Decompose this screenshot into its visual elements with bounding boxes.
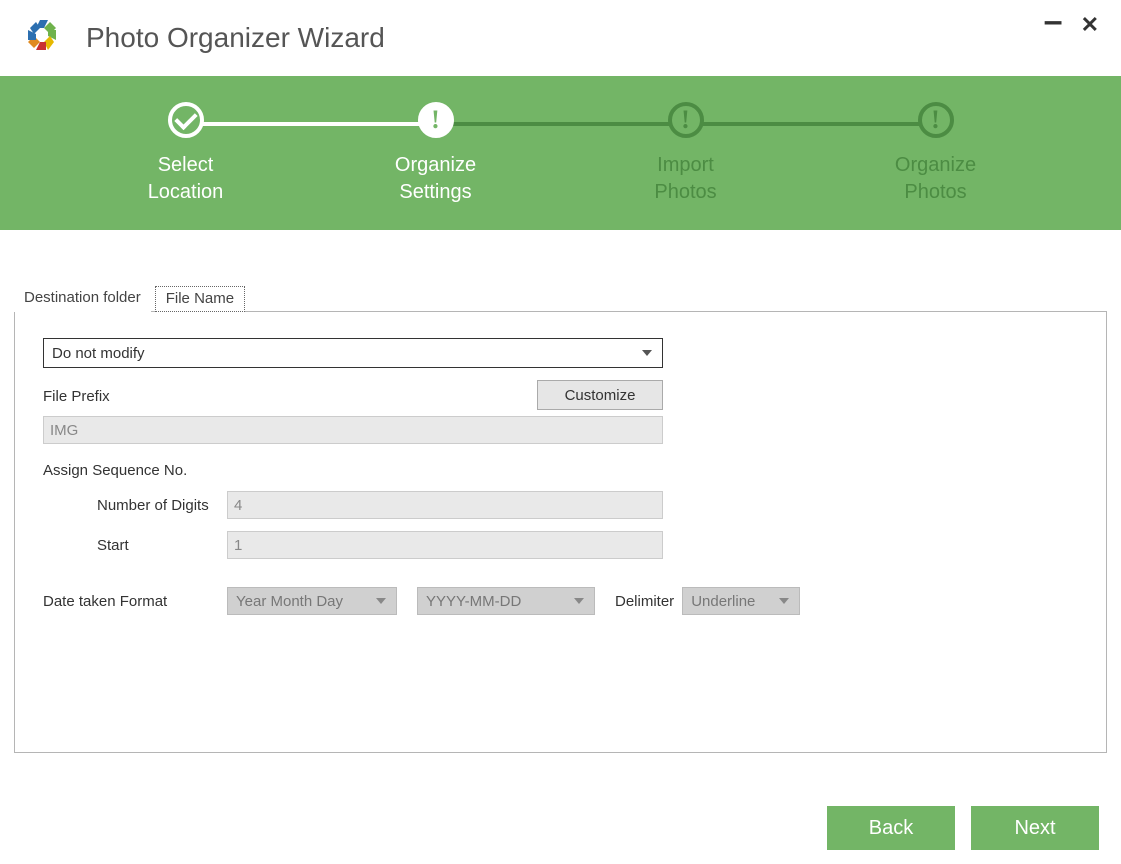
window-title: Photo Organizer Wizard — [86, 22, 385, 54]
step-organize-settings: ! Organize Settings — [311, 102, 561, 206]
delimiter-value: Underline — [691, 593, 755, 610]
step-label: Organize Photos — [895, 152, 976, 206]
assign-sequence-label: Assign Sequence No. — [43, 462, 1078, 479]
steps-wrap: Select Location ! Organize Settings ! Im… — [61, 102, 1061, 206]
minimize-icon[interactable]: – — [1044, 4, 1063, 38]
date-pattern-value: YYYY-MM-DD — [426, 593, 521, 610]
start-input: 1 — [227, 531, 663, 559]
file-prefix-input: IMG — [43, 416, 663, 444]
wizard-stepper: Select Location ! Organize Settings ! Im… — [0, 76, 1121, 230]
delimiter-group: Delimiter Underline — [615, 587, 800, 615]
step-label: Organize Settings — [395, 152, 476, 206]
step-label: Select Location — [148, 152, 224, 206]
content-area: Destination folder File Name Do not modi… — [0, 230, 1121, 753]
sequence-section: Assign Sequence No. Number of Digits 4 S… — [43, 462, 1078, 559]
filename-mode-dropdown[interactable]: Do not modify — [43, 338, 663, 368]
app-logo-icon — [22, 18, 62, 58]
window-controls: – ✕ — [1044, 14, 1099, 48]
customize-row: File Prefix Customize — [43, 380, 1078, 410]
start-row: Start 1 — [43, 531, 1078, 559]
date-order-value: Year Month Day — [236, 593, 343, 610]
file-prefix-label: File Prefix — [43, 388, 110, 405]
step-organize-photos: ! Organize Photos — [811, 102, 1061, 206]
close-icon[interactable]: ✕ — [1081, 14, 1099, 48]
num-digits-row: Number of Digits 4 — [43, 491, 1078, 519]
step-connector-3 — [691, 122, 931, 126]
file-prefix-value: IMG — [50, 422, 78, 439]
tab-destination-folder[interactable]: Destination folder — [14, 286, 151, 312]
num-digits-value: 4 — [234, 497, 242, 514]
back-button[interactable]: Back — [827, 806, 955, 850]
next-button[interactable]: Next — [971, 806, 1099, 850]
tab-file-name[interactable]: File Name — [155, 286, 245, 312]
tabs: Destination folder File Name — [14, 286, 1107, 312]
chevron-down-icon — [574, 598, 584, 604]
step-connector-2 — [441, 122, 681, 126]
date-pattern-dropdown[interactable]: YYYY-MM-DD — [417, 587, 595, 615]
wizard-footer: Back Next — [827, 806, 1099, 850]
start-label: Start — [43, 537, 227, 554]
delimiter-label: Delimiter — [615, 593, 674, 610]
file-name-panel: Do not modify File Prefix Customize IMG … — [14, 311, 1107, 753]
titlebar: Photo Organizer Wizard – ✕ — [0, 0, 1121, 76]
step-select-location: Select Location — [61, 102, 311, 206]
chevron-down-icon — [376, 598, 386, 604]
step-done-icon — [168, 102, 204, 138]
step-future-icon: ! — [918, 102, 954, 138]
date-format-row: Date taken Format Year Month Day YYYY-MM… — [43, 587, 1078, 615]
num-digits-label: Number of Digits — [43, 497, 227, 514]
customize-button[interactable]: Customize — [537, 380, 663, 410]
step-current-icon: ! — [418, 102, 454, 138]
start-value: 1 — [234, 537, 242, 554]
chevron-down-icon — [779, 598, 789, 604]
chevron-down-icon — [642, 350, 652, 356]
num-digits-input: 4 — [227, 491, 663, 519]
step-label: Import Photos — [654, 152, 716, 206]
date-format-label: Date taken Format — [43, 593, 207, 610]
date-order-dropdown[interactable]: Year Month Day — [227, 587, 397, 615]
step-connector-1 — [191, 122, 431, 126]
filename-mode-value: Do not modify — [52, 345, 145, 362]
step-future-icon: ! — [668, 102, 704, 138]
step-import-photos: ! Import Photos — [561, 102, 811, 206]
delimiter-dropdown[interactable]: Underline — [682, 587, 800, 615]
